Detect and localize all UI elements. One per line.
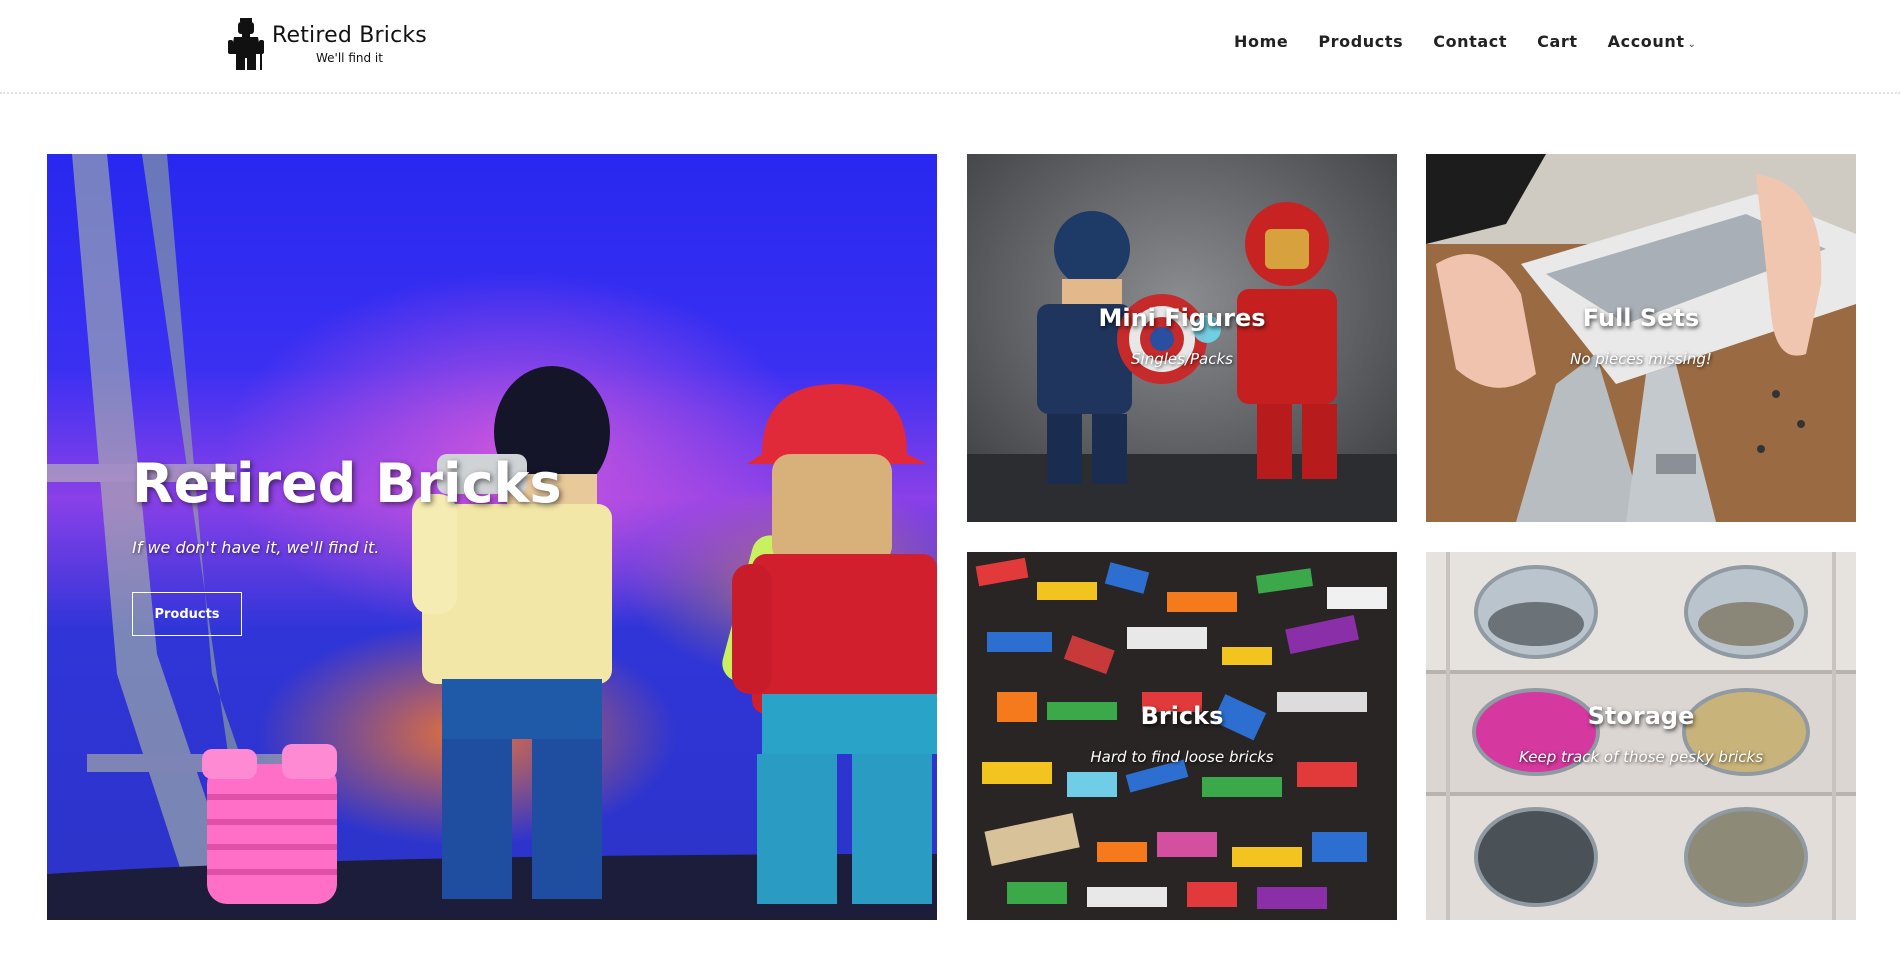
category-title: Full Sets — [1582, 304, 1700, 332]
category-tile-storage[interactable]: Storage Keep track of those pesky bricks — [1426, 552, 1856, 920]
main-nav: Home Products Contact Cart Account ⌄ — [1234, 32, 1697, 51]
category-title: Bricks — [1140, 702, 1224, 730]
chevron-down-icon: ⌄ — [1687, 39, 1697, 50]
site-header: Retired Bricks We'll find it Home Produc… — [0, 0, 1900, 94]
hero-banner: Retired Bricks If we don't have it, we'l… — [47, 154, 937, 920]
nav-contact[interactable]: Contact — [1433, 32, 1507, 51]
hero-image — [47, 154, 937, 920]
category-subtitle: No pieces missing! — [1570, 350, 1712, 368]
category-tile-mini-figures[interactable]: Mini Figures Singles/Packs — [967, 154, 1397, 522]
category-subtitle: Hard to find loose bricks — [1090, 748, 1274, 766]
category-subtitle: Keep track of those pesky bricks — [1518, 748, 1764, 766]
category-subtitle: Singles/Packs — [1131, 350, 1233, 368]
nav-account[interactable]: Account ⌄ — [1608, 32, 1697, 51]
hero-products-button[interactable]: Products — [132, 592, 242, 636]
mini-figures-image — [967, 154, 1397, 522]
hero-title: Retired Bricks — [132, 452, 562, 515]
brand-tagline: We'll find it — [316, 50, 383, 65]
category-tile-full-sets[interactable]: Full Sets No pieces missing! — [1426, 154, 1856, 522]
nav-cart[interactable]: Cart — [1537, 32, 1577, 51]
category-tile-bricks[interactable]: Bricks Hard to find loose bricks — [967, 552, 1397, 920]
nav-products[interactable]: Products — [1318, 32, 1403, 51]
nav-home[interactable]: Home — [1234, 32, 1288, 51]
bricks-image — [967, 552, 1397, 920]
category-title: Storage — [1587, 702, 1695, 730]
brand-name: Retired Bricks — [272, 22, 427, 48]
full-sets-image — [1426, 154, 1856, 522]
minifigure-icon — [228, 18, 264, 70]
hero-subtitle: If we don't have it, we'll find it. — [132, 538, 380, 557]
storage-image — [1426, 552, 1856, 920]
site-logo[interactable]: Retired Bricks We'll find it — [228, 18, 427, 70]
nav-account-label: Account — [1607, 32, 1685, 51]
category-title: Mini Figures — [1098, 304, 1266, 332]
